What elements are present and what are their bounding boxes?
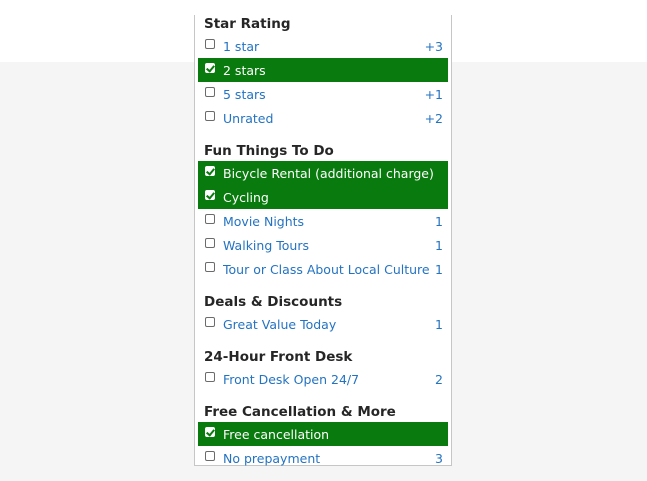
filter-option-1-star[interactable]: 1 star +3: [198, 34, 448, 58]
filter-option-2-stars[interactable]: 2 stars: [198, 58, 448, 82]
checkbox-icon[interactable]: [205, 214, 215, 224]
section-title: Deals & Discounts: [204, 294, 343, 310]
checkbox-checked-icon[interactable]: [205, 427, 215, 437]
checkbox-icon[interactable]: [205, 372, 215, 382]
filter-option-count: +3: [424, 38, 443, 54]
checkbox-checked-icon[interactable]: [205, 166, 215, 176]
filter-option-local-culture-tour[interactable]: Tour or Class About Local Culture 1: [198, 257, 448, 281]
checkbox-icon[interactable]: [205, 451, 215, 461]
checkbox-checked-icon[interactable]: [205, 63, 215, 73]
filter-option-label: Cycling: [223, 189, 269, 205]
filter-option-no-prepayment[interactable]: No prepayment 3: [198, 446, 448, 470]
filter-option-front-desk-24-7[interactable]: Front Desk Open 24/7 2: [198, 367, 448, 391]
filter-option-walking-tours[interactable]: Walking Tours 1: [198, 233, 448, 257]
filter-option-bicycle-rental[interactable]: Bicycle Rental (additional charge): [198, 161, 448, 185]
filter-option-label: Walking Tours: [223, 237, 309, 253]
filter-option-label: Unrated: [223, 110, 274, 126]
section-title: Star Rating: [204, 16, 291, 32]
filter-option-label: No prepayment: [223, 450, 321, 466]
filter-panel: Star Rating 1 star +3 2 stars 5 stars +1…: [194, 15, 452, 466]
filter-option-label: Great Value Today: [223, 316, 337, 332]
filter-option-count: 1: [435, 213, 443, 229]
filter-section-fun-things: Fun Things To Do Bicycle Rental (additio…: [198, 142, 448, 281]
filter-option-cycling[interactable]: Cycling: [198, 185, 448, 209]
filter-option-great-value[interactable]: Great Value Today 1: [198, 312, 448, 336]
checkbox-icon[interactable]: [205, 317, 215, 327]
filter-option-free-cancellation[interactable]: Free cancellation: [198, 422, 448, 446]
checkbox-icon[interactable]: [205, 39, 215, 49]
checkbox-icon[interactable]: [205, 111, 215, 121]
filter-option-count: 3: [435, 450, 443, 466]
filter-option-label: Free cancellation: [223, 426, 330, 442]
section-title: 24-Hour Front Desk: [204, 349, 353, 365]
filter-section-cancellation: Free Cancellation & More Free cancellati…: [198, 403, 448, 470]
filter-option-unrated[interactable]: Unrated +2: [198, 106, 448, 130]
filter-option-count: 1: [435, 316, 443, 332]
filter-option-count: +2: [424, 110, 443, 126]
filter-option-label: Bicycle Rental (additional charge): [223, 165, 434, 181]
filter-option-count: +1: [424, 86, 443, 102]
checkbox-icon[interactable]: [205, 238, 215, 248]
filter-option-5-stars[interactable]: 5 stars +1: [198, 82, 448, 106]
filter-option-count: 2: [435, 371, 443, 387]
filter-option-count: 1: [435, 261, 443, 277]
checkbox-checked-icon[interactable]: [205, 190, 215, 200]
section-title: Fun Things To Do: [204, 143, 334, 159]
filter-option-label: Tour or Class About Local Culture: [223, 261, 430, 277]
checkbox-icon[interactable]: [205, 262, 215, 272]
filter-section-deals: Deals & Discounts Great Value Today 1: [198, 293, 448, 336]
filter-option-label: Front Desk Open 24/7: [223, 371, 360, 387]
checkbox-icon[interactable]: [205, 87, 215, 97]
filter-option-label: Movie Nights: [223, 213, 305, 229]
filter-option-label: 5 stars: [223, 86, 266, 102]
filter-option-count: 1: [435, 237, 443, 253]
filter-option-label: 1 star: [223, 38, 260, 54]
filter-option-movie-nights[interactable]: Movie Nights 1: [198, 209, 448, 233]
section-title: Free Cancellation & More: [204, 404, 396, 420]
filter-section-star-rating: Star Rating 1 star +3 2 stars 5 stars +1…: [198, 15, 448, 130]
filter-option-label: 2 stars: [223, 62, 266, 78]
filter-section-front-desk: 24-Hour Front Desk Front Desk Open 24/7 …: [198, 348, 448, 391]
